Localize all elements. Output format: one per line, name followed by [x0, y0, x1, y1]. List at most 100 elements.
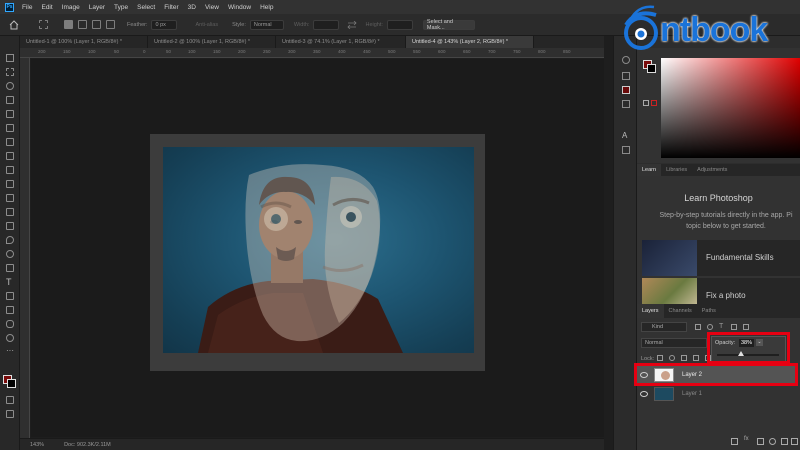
brush-tool-icon[interactable]	[6, 166, 14, 174]
quick-selection-icon[interactable]	[6, 96, 14, 104]
ruler-tick: 600	[438, 49, 446, 54]
tab-paths[interactable]: Paths	[697, 304, 721, 318]
document-size[interactable]: Doc: 902.3K/2.11M	[64, 442, 111, 448]
fx-icon[interactable]: fx	[744, 436, 749, 442]
select-and-mask-button[interactable]: Select and Mask...	[422, 19, 475, 31]
swap-icon[interactable]	[347, 20, 358, 29]
lasso-tool-icon[interactable]	[6, 82, 14, 90]
pen-tool-icon[interactable]	[6, 264, 14, 272]
more-tools-icon[interactable]: ···	[6, 347, 14, 356]
rectangle-tool-icon[interactable]	[6, 306, 14, 314]
blur-tool-icon[interactable]	[6, 236, 14, 244]
zoom-tool-icon[interactable]	[6, 334, 14, 342]
add-mask-icon[interactable]	[757, 438, 764, 445]
menu-type[interactable]: Type	[114, 4, 128, 11]
adjustment-layer-icon[interactable]	[769, 438, 776, 445]
eyedropper-icon[interactable]	[6, 138, 14, 146]
logo-text: ntbook	[660, 11, 768, 49]
zoom-level[interactable]: 143%	[30, 442, 44, 448]
lesson-fix-a-photo[interactable]: Fix a photo	[642, 278, 800, 304]
paragraph-panel-icon[interactable]	[622, 146, 630, 154]
tab-adjustments[interactable]: Adjustments	[692, 164, 732, 176]
blend-mode-select[interactable]: Normal	[641, 338, 707, 348]
menu-window[interactable]: Window	[228, 4, 251, 11]
move-tool-icon[interactable]	[6, 54, 14, 62]
menu-image[interactable]: Image	[62, 4, 80, 11]
feather-field[interactable]: 0 px	[151, 19, 178, 30]
new-selection-icon[interactable]	[64, 20, 73, 29]
menu-layer[interactable]: Layer	[89, 4, 105, 11]
filter-smart-object-icon[interactable]	[743, 324, 749, 330]
character-panel-icon[interactable]: A	[622, 132, 630, 140]
new-group-icon[interactable]	[781, 438, 788, 445]
home-icon[interactable]	[9, 19, 19, 30]
anti-alias-checkbox[interactable]: Anti-alias	[195, 22, 218, 28]
document-canvas[interactable]	[163, 147, 474, 353]
learn-description-line: topic below to get started.	[686, 223, 766, 230]
ruler-tick: 200	[238, 49, 246, 54]
lock-pixels-icon[interactable]	[669, 355, 675, 361]
brush-panel-icon[interactable]	[622, 72, 630, 80]
tab-untitled-4[interactable]: Untitled-4 @ 143% (Layer 2, RGB/8#) *	[406, 36, 534, 48]
menu-edit[interactable]: Edit	[41, 4, 52, 11]
lock-transparent-icon[interactable]	[657, 355, 663, 361]
path-selection-icon[interactable]	[6, 292, 14, 300]
screen-mode-icon[interactable]	[6, 410, 14, 418]
ruler-tick: 550	[413, 49, 421, 54]
tab-libraries[interactable]: Libraries	[661, 164, 692, 176]
height-field[interactable]	[386, 19, 413, 30]
menu-help[interactable]: Help	[260, 4, 273, 11]
swatch-panel-icon[interactable]	[622, 86, 630, 94]
web-safe-warning-icon[interactable]	[643, 100, 649, 106]
filter-adjustment-icon[interactable]	[707, 324, 713, 330]
layer-row-layer-1[interactable]: Layer 1	[637, 385, 795, 402]
menu-view[interactable]: View	[205, 4, 219, 11]
background-color-swatch[interactable]	[7, 379, 16, 388]
feather-label: Feather:	[127, 21, 148, 28]
menu-filter[interactable]: Filter	[164, 4, 178, 11]
healing-brush-icon[interactable]	[6, 152, 14, 160]
frame-tool-icon[interactable]	[6, 124, 14, 132]
clone-stamp-icon[interactable]	[6, 180, 14, 188]
filter-pixel-icon[interactable]	[695, 324, 701, 330]
layer-name[interactable]: Layer 1	[682, 391, 702, 397]
type-tool-icon[interactable]: T	[6, 278, 14, 287]
tab-learn[interactable]: Learn	[637, 164, 662, 176]
filter-shape-icon[interactable]	[731, 324, 737, 330]
properties-panel-icon[interactable]	[622, 100, 630, 108]
menu-3d[interactable]: 3D	[188, 4, 196, 11]
style-select[interactable]: Normal	[249, 19, 284, 30]
lesson-fundamental-skills[interactable]: Fundamental Skills	[642, 240, 800, 276]
filter-type-icon[interactable]: T	[719, 323, 723, 330]
rectangular-marquee-icon[interactable]	[6, 68, 14, 76]
width-field[interactable]	[313, 19, 340, 30]
crop-tool-icon[interactable]	[6, 110, 14, 118]
tab-untitled-2[interactable]: Untitled-2 @ 100% (Layer 1, RGB/8#) *	[148, 36, 276, 48]
lock-position-icon[interactable]	[681, 355, 687, 361]
tab-channels[interactable]: Channels	[664, 304, 697, 318]
quick-mask-icon[interactable]	[6, 396, 14, 404]
background-swatch[interactable]	[647, 64, 656, 73]
tab-untitled-1[interactable]: Untitled-1 @ 100% (Layer 1, RGB/8#) *	[20, 36, 148, 48]
eraser-icon[interactable]	[6, 208, 14, 216]
color-picker-field[interactable]	[661, 58, 800, 158]
lock-artboard-icon[interactable]	[693, 355, 699, 361]
tab-untitled-3[interactable]: Untitled-3 @ 74.1% (Layer 1, RGB/8#) *	[276, 36, 406, 48]
history-brush-icon[interactable]	[6, 194, 14, 202]
new-layer-icon[interactable]	[791, 438, 798, 445]
tab-layers[interactable]: Layers	[637, 304, 664, 318]
color-warning-swatch[interactable]	[651, 100, 657, 106]
menu-file[interactable]: File	[22, 4, 32, 11]
gradient-tool-icon[interactable]	[6, 222, 14, 230]
kind-filter[interactable]: Kind	[641, 322, 687, 332]
add-selection-icon[interactable]	[78, 20, 87, 29]
history-panel-icon[interactable]	[622, 56, 630, 64]
marquee-tool-icon[interactable]	[39, 20, 48, 29]
hand-tool-icon[interactable]	[6, 320, 14, 328]
menu-select[interactable]: Select	[137, 4, 155, 11]
visibility-eye-icon[interactable]	[640, 390, 648, 397]
intersect-selection-icon[interactable]	[106, 20, 115, 29]
dodge-tool-icon[interactable]	[6, 250, 14, 258]
link-layers-icon[interactable]	[731, 438, 738, 445]
subtract-selection-icon[interactable]	[92, 20, 101, 29]
